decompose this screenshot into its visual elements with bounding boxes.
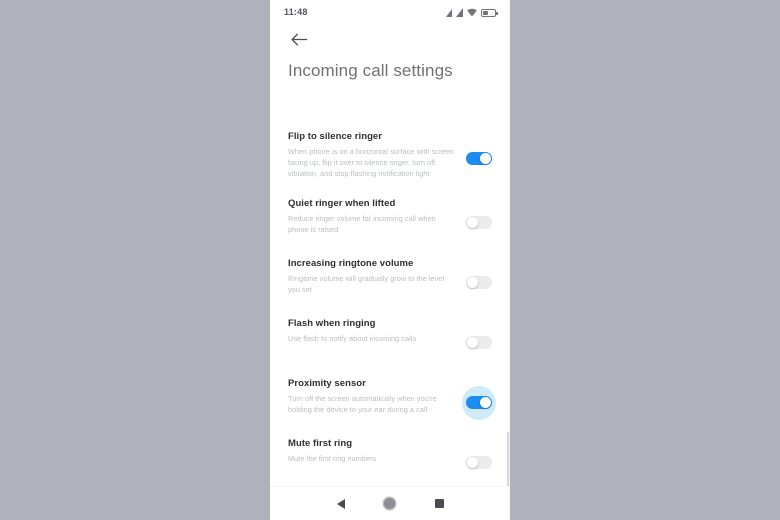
setting-text: Flash when ringing Use flash to notify a… — [288, 318, 462, 344]
setting-description: Reduce ringer volume for incoming call w… — [288, 213, 436, 234]
setting-text: Quiet ringer when lifted Reduce ringer v… — [288, 198, 462, 235]
setting-description: Use flash to notify about incoming calls — [288, 333, 417, 343]
toggle-track — [466, 151, 492, 165]
status-bar: 11:48 — [270, 0, 510, 24]
setting-title: Flip to silence ringer — [288, 131, 383, 142]
toggle-flash-when-ringing[interactable] — [462, 326, 496, 360]
nav-recents-button[interactable] — [428, 493, 450, 515]
navigation-bar — [270, 486, 510, 520]
setting-item-proximity-sensor[interactable]: Proximity sensor Turn off the screen aut… — [270, 369, 510, 429]
toggle-proximity-sensor[interactable] — [462, 385, 496, 420]
toggle-track — [466, 336, 492, 350]
wifi-icon — [467, 8, 477, 17]
toggle-knob — [467, 457, 478, 469]
toggle-knob — [480, 152, 491, 164]
setting-description: Turn off the screen automatically when y… — [288, 393, 437, 414]
setting-item-mute-first-ring[interactable]: Mute first ring Mute the first ring numb… — [270, 429, 510, 486]
setting-text: Proximity sensor Turn off the screen aut… — [288, 378, 462, 415]
setting-title: Flash when ringing — [288, 317, 376, 329]
nav-home-button[interactable] — [379, 493, 401, 515]
toggle-flip-to-silence-ringer[interactable] — [462, 141, 496, 175]
toggle-knob — [467, 277, 478, 289]
battery-icon — [481, 8, 498, 17]
setting-text: Mute first ring Mute the first ring numb… — [288, 438, 462, 464]
toggle-track — [466, 216, 492, 230]
toggle-knob — [480, 397, 491, 409]
signal-bars-icon-2 — [456, 7, 463, 17]
toggle-increasing-ringtone-volume[interactable] — [462, 266, 496, 300]
setting-description: Ringtone volume will gradually grow to t… — [288, 273, 445, 294]
toggle-track — [466, 396, 492, 410]
toggle-quiet-ringer-when-lifted[interactable] — [462, 206, 496, 240]
circle-icon — [384, 498, 396, 509]
status-bar-clock: 11:48 — [284, 7, 308, 17]
toggle-track — [466, 456, 492, 470]
toggle-track — [466, 276, 492, 290]
setting-title: Quiet ringer when lifted — [288, 197, 396, 209]
toggle-knob — [467, 337, 478, 349]
settings-list[interactable]: Flip to silence ringer When phone is on … — [270, 122, 510, 486]
phone-screen: 11:48 Incoming call settings Flip to sil… — [270, 0, 510, 520]
setting-item-flash-when-ringing[interactable]: Flash when ringing Use flash to notify a… — [270, 309, 510, 369]
toggle-mute-first-ring[interactable] — [462, 446, 496, 480]
square-icon — [434, 499, 444, 508]
setting-item-increasing-ringtone-volume[interactable]: Increasing ringtone volume Ringtone volu… — [270, 249, 510, 309]
setting-text: Flip to silence ringer When phone is on … — [288, 131, 462, 180]
setting-title: Increasing ringtone volume — [288, 257, 414, 269]
setting-text: Increasing ringtone volume Ringtone volu… — [288, 258, 462, 295]
toggle-knob — [467, 217, 478, 229]
page-title: Incoming call settings — [288, 61, 453, 80]
status-bar-icons — [446, 7, 498, 17]
setting-title: Proximity sensor — [288, 377, 366, 389]
arrow-left-icon[interactable] — [288, 28, 310, 50]
setting-description: When phone is on a horizontal surface wi… — [288, 146, 454, 179]
setting-item-quiet-ringer-when-lifted[interactable]: Quiet ringer when lifted Reduce ringer v… — [270, 189, 510, 249]
triangle-left-icon — [336, 498, 345, 509]
signal-bars-icon-1 — [446, 8, 452, 17]
setting-item-flip-to-silence-ringer[interactable]: Flip to silence ringer When phone is on … — [270, 122, 510, 189]
scrollbar-thumb[interactable] — [507, 432, 509, 486]
screenshot-canvas: 11:48 Incoming call settings Flip to sil… — [0, 0, 780, 520]
setting-description: Mute the first ring numbers — [288, 453, 377, 463]
nav-back-button[interactable] — [330, 493, 352, 515]
app-bar — [270, 24, 510, 54]
setting-title: Mute first ring — [288, 437, 353, 449]
